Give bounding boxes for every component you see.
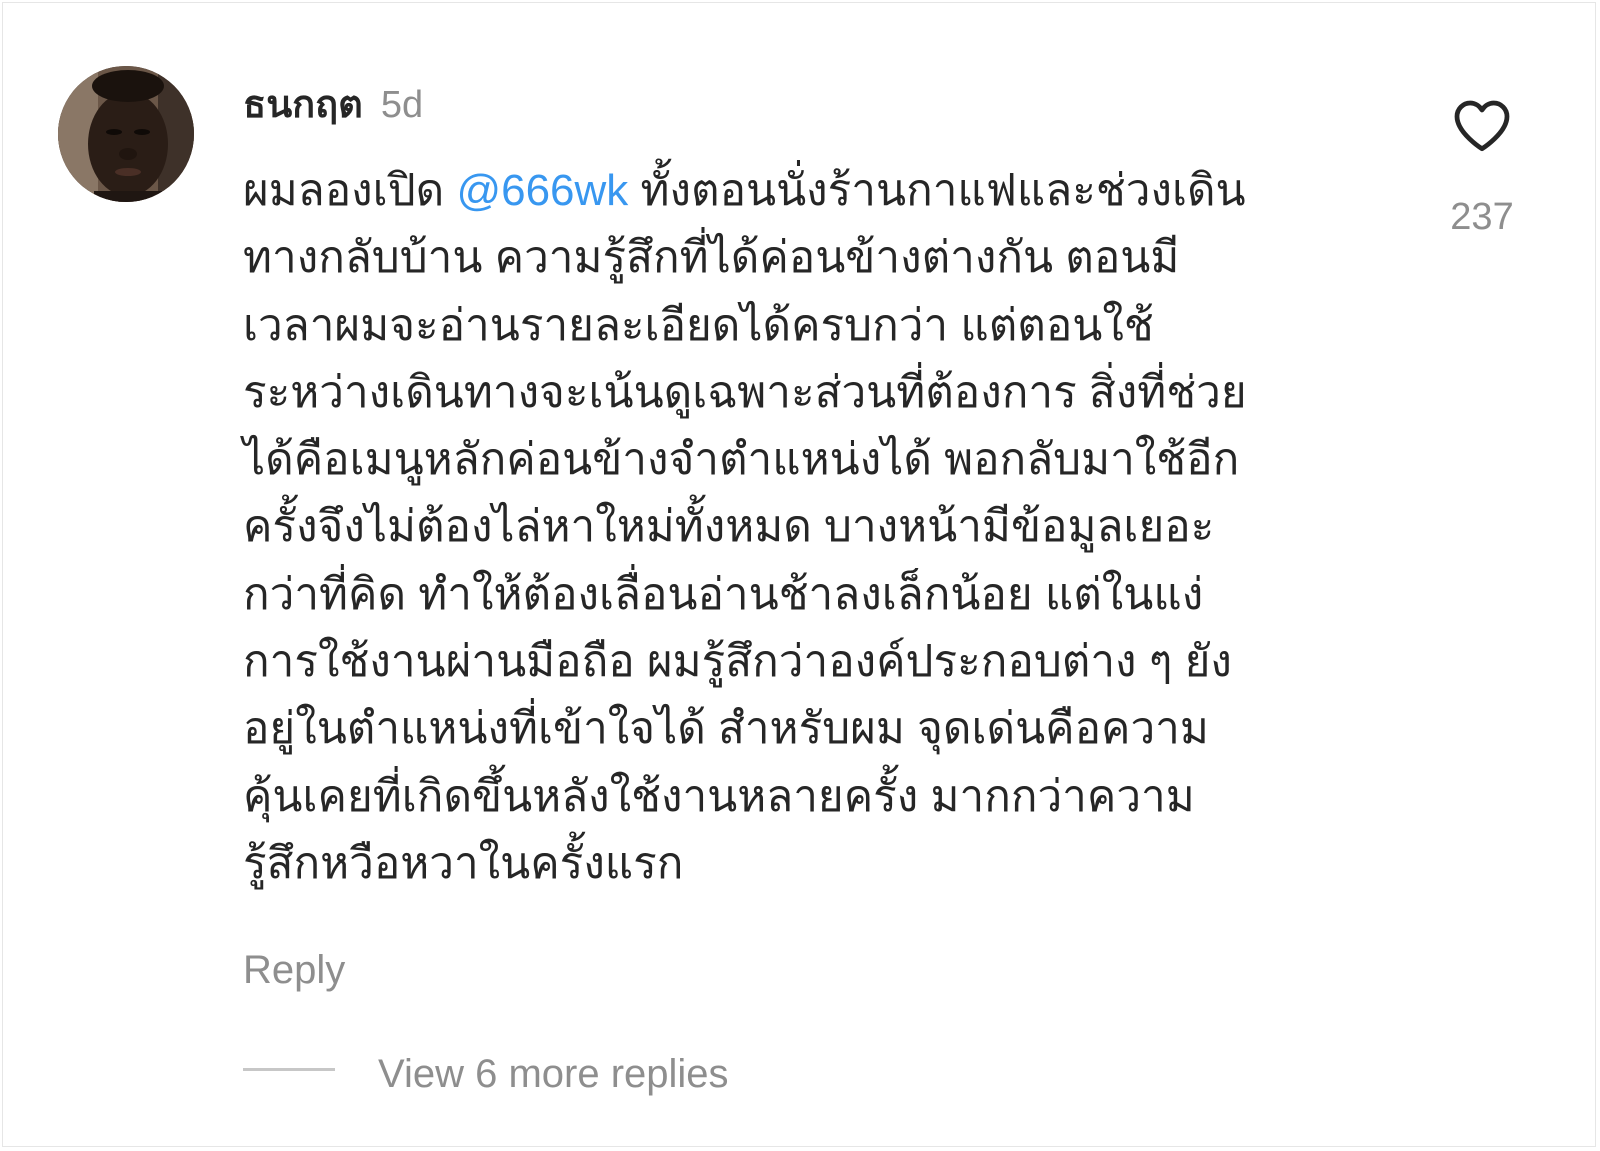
avatar-image bbox=[58, 66, 194, 202]
comment-line: รู้สึกหวือหวาในครั้งแรก bbox=[243, 838, 684, 888]
mention-link[interactable]: @666wk bbox=[456, 166, 628, 215]
replies-divider bbox=[243, 1068, 335, 1071]
comment-line: ผมลองเปิด @666wk ทั้งตอนนั่งร้านกาแฟและช… bbox=[243, 166, 1246, 215]
like-control: 237 bbox=[1446, 97, 1518, 257]
comment-line: ระหว่างเดินทางจะเน้นดูเฉพาะส่วนที่ต้องกา… bbox=[243, 367, 1247, 417]
comment-line: การใช้งานผ่านมือถือ ผมรู้สึกว่าองค์ประกอ… bbox=[243, 637, 1232, 687]
reply-button[interactable]: Reply bbox=[243, 943, 345, 997]
comment-text: ผมลองเปิด @666wk ทั้งตอนนั่งร้านกาแฟและช… bbox=[243, 157, 1393, 897]
view-more-replies-button[interactable]: View 6 more replies bbox=[378, 1047, 729, 1101]
like-count: 237 bbox=[1450, 196, 1514, 238]
comment-line: ทางกลับบ้าน ความรู้สึกที่ได้ค่อนข้างต่าง… bbox=[243, 233, 1180, 283]
comment-line: ครั้งจึงไม่ต้องไล่หาใหม่ทั้งหมด บางหน้าม… bbox=[243, 502, 1215, 552]
comment-line: อยู่ในตำแหน่งที่เข้าใจได้ สำหรับผม จุดเด… bbox=[243, 704, 1209, 754]
comment-line: คุ้นเคยที่เกิดขึ้นหลังใช้งานหลายครั้ง มา… bbox=[243, 771, 1195, 821]
comment-line: ได้คือเมนูหลักค่อนข้างจำตำแหน่งได้ พอกลั… bbox=[243, 435, 1240, 485]
comment-line: เวลาผมจะอ่านรายละเอียดได้ครบกว่า แต่ตอนใ… bbox=[243, 300, 1154, 350]
heart-outline-icon[interactable] bbox=[1452, 97, 1512, 153]
comment-timestamp: 5d bbox=[380, 84, 424, 126]
comment-author[interactable]: ธนกฤต bbox=[243, 84, 363, 126]
comment-header: ธนกฤต 5d bbox=[243, 81, 423, 137]
comment-card: ธนกฤต 5d ผมลองเปิด @666wk ทั้งตอนนั่งร้าน… bbox=[2, 2, 1596, 1147]
avatar[interactable] bbox=[58, 66, 194, 202]
comment-line: กว่าที่คิด ทำให้ต้องเลื่อนอ่านช้าลงเล็กน… bbox=[243, 569, 1204, 619]
